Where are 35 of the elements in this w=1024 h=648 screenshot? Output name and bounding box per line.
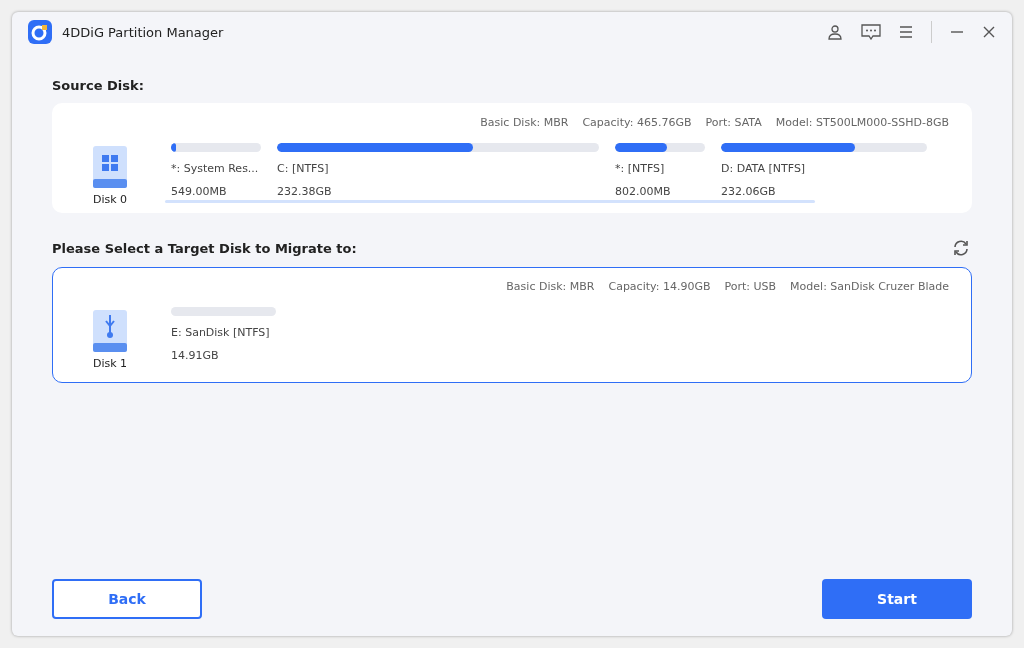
disk-card[interactable]: Basic Disk: MBR Capacity: 465.76GB Port: SATA Model: ST500LM000-SSHD-8GB Disk 0 *: System Res... 549.00MB C: [NTFS] 232.38GB *: [NTFS] 802.00MB D: DATA [NTFS] 232.06GB bbox=[52, 103, 972, 213]
partition-label: *: [NTFS] bbox=[615, 162, 666, 175]
back-button[interactable]: Back bbox=[52, 579, 202, 619]
chat-icon[interactable] bbox=[861, 24, 881, 40]
disk-info-text: Port: SATA bbox=[705, 116, 762, 129]
app-logo-icon bbox=[28, 20, 52, 44]
disk-name: Disk 1 bbox=[92, 357, 128, 370]
disk-info-text: Model: ST500LM000-SSHD-8GB bbox=[775, 116, 949, 129]
disk-info-text: Basic Disk: MBR bbox=[506, 280, 595, 293]
window-title: 4DDiG Partition Manager bbox=[62, 24, 224, 40]
partition-label: C: [NTFS] bbox=[277, 162, 330, 175]
menu-icon[interactable] bbox=[899, 25, 913, 39]
disk-card[interactable]: Basic Disk: MBR Capacity: 14.90GB Port: USB Model: SanDisk Cruzer Blade Disk 1 E: SanDisk [NTFS] 14.91GB bbox=[52, 267, 972, 383]
disk-info-text: Capacity: 465.76GB bbox=[582, 116, 692, 129]
start-button[interactable]: Start bbox=[822, 579, 972, 619]
partition-size: 14.91GB bbox=[171, 349, 220, 362]
partition-size: 232.38GB bbox=[277, 185, 333, 198]
partition-size: 802.00MB bbox=[615, 185, 672, 198]
disk-info-text: Port: USB bbox=[724, 280, 777, 293]
disk-name: Disk 0 bbox=[92, 193, 128, 206]
partition-label: *: System Res... bbox=[171, 162, 260, 175]
partition-label: D: DATA [NTFS] bbox=[721, 162, 807, 175]
usb-drive-icon bbox=[92, 309, 128, 353]
partition-size: 549.00MB bbox=[171, 185, 228, 198]
refresh-icon[interactable] bbox=[952, 239, 970, 257]
horizontal-scrollbar[interactable] bbox=[165, 200, 815, 203]
close-icon[interactable] bbox=[982, 25, 996, 39]
user-icon[interactable] bbox=[827, 24, 843, 40]
disk-info-text: Model: SanDisk Cruzer Blade bbox=[790, 280, 949, 293]
partition-label: E: SanDisk [NTFS] bbox=[171, 326, 271, 339]
partition-size: 232.06GB bbox=[721, 185, 777, 198]
section-heading: Please Select a Target Disk to Migrate to: bbox=[52, 240, 357, 256]
section-heading: Source Disk: bbox=[52, 78, 144, 93]
disk-info-text: Basic Disk: MBR bbox=[480, 116, 569, 129]
disk-info-text: Capacity: 14.90GB bbox=[608, 280, 711, 293]
